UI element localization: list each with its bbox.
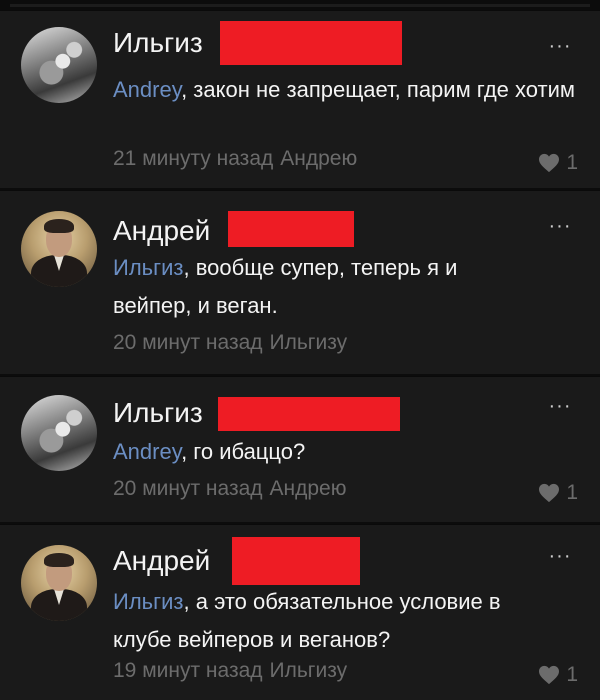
like-button[interactable]: 1 (538, 479, 578, 507)
more-options-button[interactable]: ··· (540, 216, 580, 239)
comment-author[interactable]: Андрей (113, 215, 210, 247)
comment-item: Андрей ··· Ильгиз, а это обязательное ус… (0, 524, 600, 700)
redacted-surname (232, 537, 360, 585)
comment-time[interactable]: 20 минут назад (113, 331, 263, 354)
more-dots-icon: ··· (548, 35, 572, 57)
like-button[interactable]: 1 (538, 661, 578, 689)
mention-link[interactable]: Ильгиз (113, 255, 184, 280)
comment-time[interactable]: 21 минуту назад (113, 147, 273, 170)
comment-author[interactable]: Андрей (113, 545, 210, 577)
more-dots-icon: ··· (548, 545, 572, 567)
redacted-surname (220, 21, 402, 65)
like-count: 1 (566, 151, 578, 174)
more-dots-icon: ··· (548, 215, 572, 237)
reply-to-link[interactable]: Андрею (270, 477, 347, 500)
comment-item: Ильгиз ··· Andrey, го ибаццо? 20 минут н… (0, 376, 600, 522)
comment-body: , закон не запрещает, парим где хотим (181, 77, 576, 102)
heart-icon (539, 153, 560, 173)
heart-icon (539, 483, 560, 503)
comment-meta: 19 минут назад Ильгизу (113, 657, 347, 685)
comment-time[interactable]: 19 минут назад (113, 659, 263, 682)
mention-link[interactable]: Andrey (113, 439, 181, 464)
comment-meta: 20 минут назад Андрею (113, 475, 346, 503)
comment-author[interactable]: Ильгиз (113, 27, 203, 59)
reply-to-link[interactable]: Ильгизу (270, 659, 348, 682)
avatar[interactable] (21, 545, 97, 621)
comment-time[interactable]: 20 минут назад (113, 477, 263, 500)
comment-text: Andrey, закон не запрещает, парим где хо… (113, 71, 583, 109)
comment-item: Андрей ··· Ильгиз, вообще супер, теперь … (0, 190, 600, 374)
previous-comment-edge (0, 0, 600, 10)
comments-feed: Ильгиз ··· Andrey, закон не запрещает, п… (0, 0, 600, 700)
comment-text: Andrey, го ибаццо? (113, 433, 583, 471)
comment-author[interactable]: Ильгиз (113, 397, 203, 429)
more-options-button[interactable]: ··· (540, 396, 580, 419)
like-button[interactable]: 1 (538, 149, 578, 177)
comment-item: Ильгиз ··· Andrey, закон не запрещает, п… (0, 10, 600, 188)
divider (10, 4, 590, 7)
comment-meta: 20 минут назад Ильгизу (113, 329, 347, 357)
avatar-hair (44, 219, 74, 233)
more-dots-icon: ··· (548, 395, 572, 417)
comment-meta: 21 минуту назад Андрею (113, 145, 357, 173)
more-options-button[interactable]: ··· (540, 546, 580, 569)
reply-to-link[interactable]: Андрею (280, 147, 357, 170)
more-options-button[interactable]: ··· (540, 36, 580, 59)
comment-text: Ильгиз, а это обязательное условие в клу… (113, 583, 558, 659)
redacted-surname (218, 397, 400, 431)
mention-link[interactable]: Ильгиз (113, 589, 184, 614)
comment-text: Ильгиз, вообще супер, теперь я и вейпер,… (113, 249, 503, 325)
mention-link[interactable]: Andrey (113, 77, 181, 102)
avatar[interactable] (21, 395, 97, 471)
heart-icon (539, 665, 560, 685)
avatar[interactable] (21, 27, 97, 103)
like-count: 1 (566, 481, 578, 504)
avatar[interactable] (21, 211, 97, 287)
comment-body: , го ибаццо? (181, 439, 306, 464)
avatar-hair (44, 553, 74, 567)
reply-to-link[interactable]: Ильгизу (270, 331, 348, 354)
like-count: 1 (566, 663, 578, 686)
redacted-surname (228, 211, 354, 247)
